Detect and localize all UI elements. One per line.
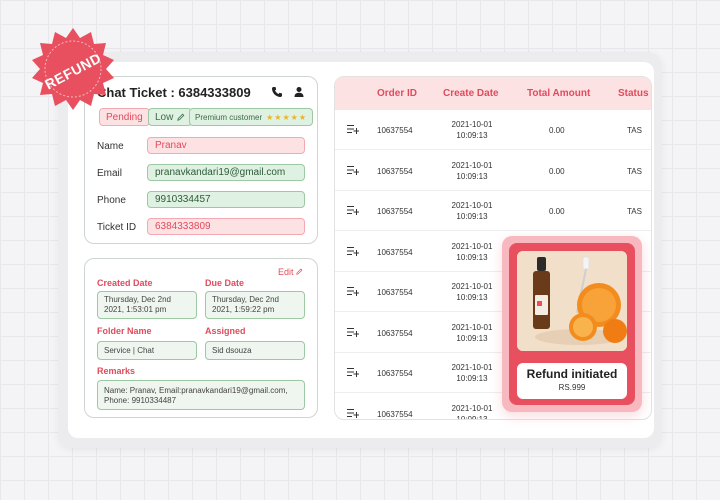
table-row[interactable]: 10637554 2021-10-01 10:09:13 0.00 TAS [335,191,651,231]
order-id-cell: 10637554 [377,288,413,297]
create-date-time: 10:09:13 [456,212,488,221]
order-id-cell: 10637554 [377,328,413,338]
create-date-time: 10:09:13 [456,252,488,262]
create-date-time: 10:09:13 [456,131,488,140]
column-header-create-date[interactable]: Create Date [443,88,499,99]
folder-name-field[interactable]: Service | Chat [97,341,197,360]
name-field[interactable]: Pranav [147,137,305,154]
create-date-time: 10:09:13 [456,171,488,181]
phone-label: Phone [97,195,126,206]
order-id-cell: 10637554 [377,247,413,257]
status-cell: TAS [627,207,642,216]
add-list-icon[interactable] [347,367,359,377]
ticket-panel: Chat Ticket : 6384333809 Pending Low Pre… [84,76,318,244]
refund-popup: Refund initiated RS.999 [502,236,642,412]
priority-badge[interactable]: Low [148,108,193,126]
order-id-cell: 10637554 [377,369,413,378]
phone-icon[interactable] [271,86,283,98]
total-amount-cell: 0.00 [549,166,565,176]
refund-title: Refund initiated [526,367,618,381]
user-icon[interactable] [293,86,305,98]
ticket-id-label: Ticket ID [97,222,137,233]
create-date-day: 2021-10-01 [451,363,493,372]
remarks-label: Remarks [97,366,136,376]
create-date-cell: 2021-10-01 10:09:13 [449,362,495,384]
create-date-cell: 2021-10-01 10:09:13 [449,322,495,344]
column-header-total-amount[interactable]: Total Amount [527,88,590,99]
rating-stars: ★★★★★ [266,112,307,122]
refund-status-box: Refund initiated RS.999 [517,363,627,399]
order-id-cell: 10637554 [377,409,413,419]
add-list-icon[interactable] [347,327,359,337]
created-date-label: Created Date [97,278,153,288]
product-image [517,251,627,351]
customer-tier-label: Premium customer [195,112,263,122]
created-date-field[interactable]: Thursday, Dec 2nd 2021, 1:53:01 pm [97,291,197,319]
create-date-cell: 2021-10-01 10:09:13 [449,403,495,420]
add-list-icon[interactable] [347,286,359,296]
create-date-cell: 2021-10-01 10:09:13 [449,200,495,222]
add-list-icon[interactable] [347,205,359,215]
pencil-icon [296,268,303,275]
table-row[interactable]: 10637554 2021-10-01 10:09:13 0.00 TAS [335,151,651,191]
create-date-time: 10:09:13 [456,293,488,302]
create-date-day: 2021-10-01 [451,322,493,332]
ticket-details-panel: Edit Created Date Thursday, Dec 2nd 2021… [84,258,318,418]
serum-bottle-icon [517,251,627,351]
due-date-field[interactable]: Thursday, Dec 2nd 2021, 1:59:22 pm [205,291,305,319]
add-list-icon[interactable] [347,408,359,418]
email-label: Email [97,168,123,179]
customer-tier-badge: Premium customer ★★★★★ [189,108,313,126]
order-id-cell: 10637554 [377,207,413,216]
status-cell: TAS [627,166,642,176]
edit-button[interactable]: Edit [278,267,303,277]
status-cell: TAS [627,126,642,135]
refund-amount: RS.999 [558,383,586,392]
column-header-order-id[interactable]: Order ID [377,88,417,99]
column-header-status[interactable]: Status [618,88,649,99]
assigned-label: Assigned [205,326,246,336]
create-date-day: 2021-10-01 [451,282,493,291]
edit-label: Edit [277,267,294,277]
pencil-icon [177,113,185,121]
create-date-day: 2021-10-01 [451,120,493,129]
create-date-cell: 2021-10-01 10:09:13 [449,241,495,263]
create-date-day: 2021-10-01 [451,241,493,251]
create-date-time: 10:09:13 [456,333,488,343]
create-date-day: 2021-10-01 [451,403,493,413]
create-date-cell: 2021-10-01 10:09:13 [449,119,495,141]
total-amount-cell: 0.00 [549,126,565,135]
ticket-id-field[interactable]: 6384333809 [147,218,305,235]
priority-label: Low [155,111,174,123]
assigned-field[interactable]: Sid dsouza [205,341,305,360]
table-header: Order ID Create Date Total Amount Status [335,77,651,110]
create-date-day: 2021-10-01 [451,160,493,170]
create-date-time: 10:09:13 [456,374,488,383]
add-list-icon[interactable] [347,124,359,134]
add-list-icon[interactable] [347,165,359,175]
create-date-time: 10:09:13 [456,414,488,420]
phone-field[interactable]: 9910334457 [147,191,305,208]
folder-name-label: Folder Name [97,326,152,336]
table-row[interactable]: 10637554 2021-10-01 10:09:13 0.00 TAS [335,110,651,150]
create-date-day: 2021-10-01 [451,201,493,210]
create-date-cell: 2021-10-01 10:09:13 [449,281,495,303]
order-id-cell: 10637554 [377,126,413,135]
email-field[interactable]: pranavkandari19@gmail.com [147,164,305,181]
create-date-cell: 2021-10-01 10:09:13 [449,160,495,182]
name-label: Name [97,141,124,152]
total-amount-cell: 0.00 [549,207,565,216]
refund-card: Refund initiated RS.999 [509,243,635,405]
add-list-icon[interactable] [347,246,359,256]
remarks-field[interactable]: Name: Pranav, Email:pranavkandari19@gmai… [97,380,305,410]
refund-badge: REFUND [28,26,118,116]
order-id-cell: 10637554 [377,166,413,176]
due-date-label: Due Date [205,278,245,288]
